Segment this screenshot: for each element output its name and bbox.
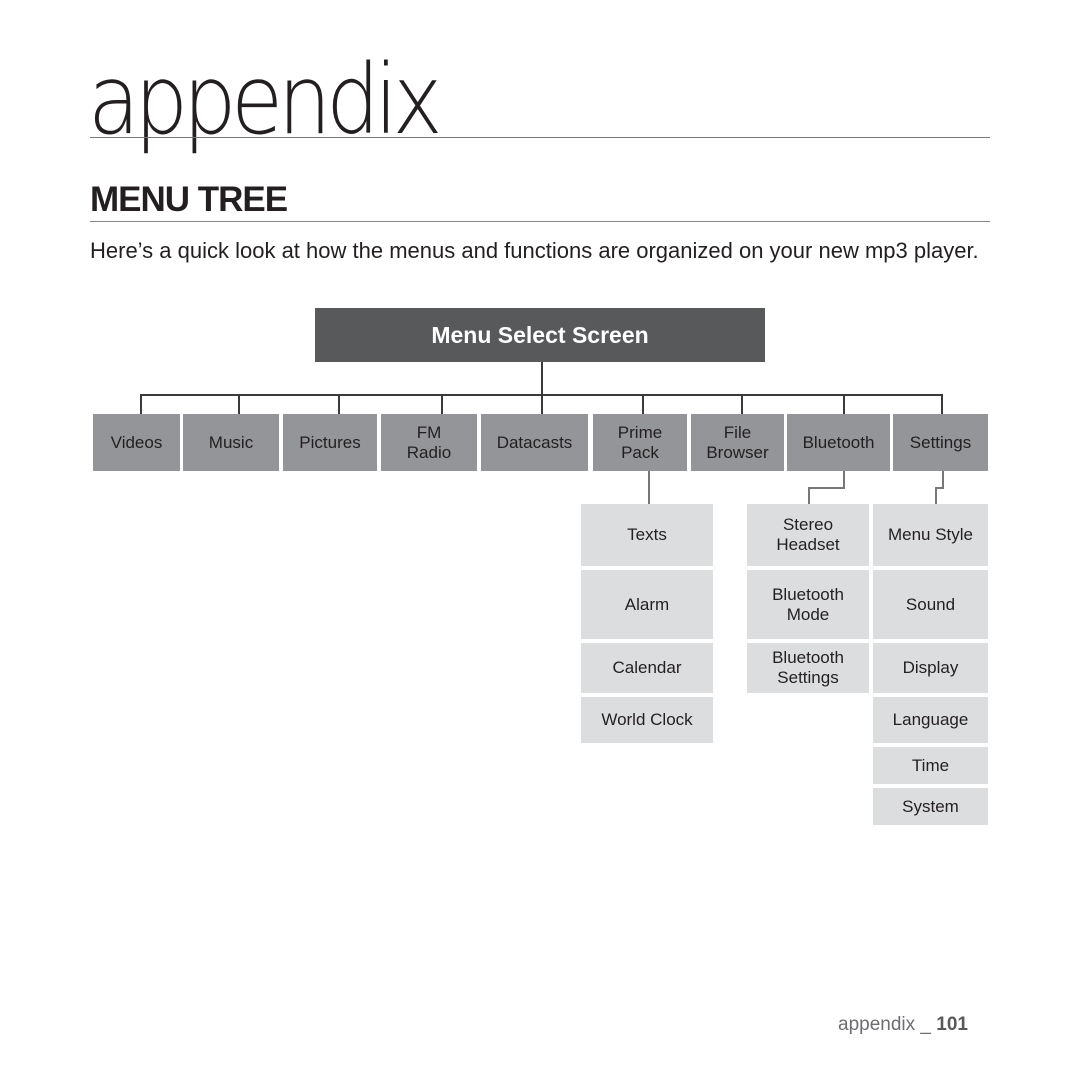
footer-label: appendix _ — [838, 1014, 937, 1035]
root-connector — [541, 362, 543, 395]
section-title: MENU TREE — [90, 180, 288, 219]
submenu-sound: Sound — [873, 570, 988, 639]
submenu-alarm: Alarm — [581, 570, 713, 639]
top-level-drop — [843, 394, 845, 414]
chapter-title: appendix — [88, 44, 443, 156]
settings-connector-a — [942, 471, 944, 488]
top-level-drop — [941, 394, 943, 414]
bluetooth-connector-c — [808, 487, 810, 504]
submenu-calendar: Calendar — [581, 643, 713, 693]
intro-text: Here’s a quick look at how the menus and… — [90, 238, 979, 263]
menu-settings: Settings — [893, 414, 988, 471]
top-level-drop — [642, 394, 644, 414]
submenu-world-clock: World Clock — [581, 697, 713, 743]
top-level-drop — [741, 394, 743, 414]
top-level-drop — [541, 394, 543, 414]
section-rule — [90, 221, 990, 222]
page-number: 101 — [936, 1014, 968, 1035]
submenu-display: Display — [873, 643, 988, 693]
menu-pictures: Pictures — [283, 414, 377, 471]
bluetooth-connector-b — [808, 487, 845, 489]
submenu-menu-style: Menu Style — [873, 504, 988, 566]
submenu-system: System — [873, 788, 988, 825]
menu-select-screen-node: Menu Select Screen — [315, 308, 765, 362]
prime-pack-connector — [648, 471, 650, 504]
menu-bluetooth: Bluetooth — [787, 414, 890, 471]
menu-fm-radio: FM Radio — [381, 414, 477, 471]
submenu-bluetooth-mode: Bluetooth Mode — [747, 570, 869, 639]
top-level-drop — [338, 394, 340, 414]
submenu-bluetooth-settings: Bluetooth Settings — [747, 643, 869, 693]
settings-connector-c — [935, 487, 937, 504]
submenu-texts: Texts — [581, 504, 713, 566]
top-level-drop — [441, 394, 443, 414]
submenu-stereo-headset: Stereo Headset — [747, 504, 869, 566]
submenu-time: Time — [873, 747, 988, 784]
top-level-drop — [140, 394, 142, 414]
bluetooth-connector-a — [843, 471, 845, 488]
menu-file-browser: File Browser — [691, 414, 784, 471]
menu-videos: Videos — [93, 414, 180, 471]
menu-datacasts: Datacasts — [481, 414, 588, 471]
submenu-language: Language — [873, 697, 988, 743]
page-footer: appendix _ 101 — [838, 1014, 968, 1036]
top-level-drop — [238, 394, 240, 414]
chapter-rule — [90, 137, 990, 138]
menu-music: Music — [183, 414, 279, 471]
menu-prime-pack: Prime Pack — [593, 414, 687, 471]
